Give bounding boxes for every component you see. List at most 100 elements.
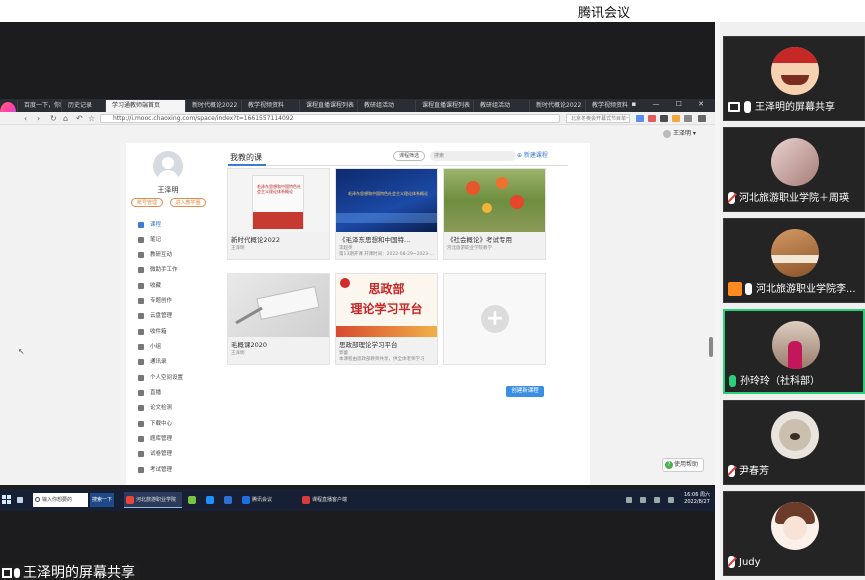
discussion-icon — [138, 251, 144, 258]
windows-start-icon[interactable] — [2, 495, 12, 505]
participant-tile[interactable]: 王泽明的屏幕共享 — [723, 36, 865, 121]
new-course-link[interactable]: ⊕ 新建课程 — [517, 151, 548, 161]
browser-tab[interactable]: 历史记录 — [61, 100, 105, 112]
sidebar-item-notes[interactable]: 笔记 — [138, 235, 161, 246]
microphone-muted-icon — [728, 192, 735, 204]
taskbar-app[interactable] — [222, 492, 238, 508]
volume-icon[interactable] — [668, 497, 674, 503]
sidebar-item-test[interactable]: 考试管理 — [138, 465, 172, 476]
keyboard-shape — [256, 286, 320, 320]
extension-icon[interactable] — [648, 115, 656, 122]
taskbar-search-input[interactable]: 输入你想要的 — [33, 493, 88, 507]
browser-tab[interactable]: 新时代概论2022 — [529, 100, 585, 112]
extension-icon[interactable] — [684, 115, 692, 122]
browser-tab[interactable]: 教研组活动 — [473, 100, 529, 112]
sidebar-item-download[interactable]: 下载中心 — [138, 419, 172, 430]
browser-tab-active[interactable]: 学习通教师端首页 — [105, 100, 185, 112]
sidebar-item-live[interactable]: 直播 — [138, 388, 161, 399]
add-course-card[interactable]: + — [443, 273, 546, 365]
course-card[interactable]: 毛概课2020 王泽明 — [227, 273, 330, 365]
browser-tab[interactable]: 教研组活动 — [357, 100, 415, 112]
taskbar-search-button[interactable]: 搜索一下 — [90, 493, 114, 507]
participant-avatar — [771, 229, 819, 277]
undo-icon[interactable]: ↶ — [76, 114, 83, 123]
sidebar-item-paper[interactable]: 论文检测 — [138, 403, 172, 414]
microphone-active-icon — [729, 375, 736, 387]
question-icon: ? — [665, 461, 673, 469]
taskbar-app-label: 课程直播客户端 — [312, 497, 348, 503]
screen-share-text: 王泽明的屏幕共享 — [23, 565, 135, 580]
avatar-mouth — [781, 75, 809, 85]
sidebar-item-bookmarks[interactable]: 收藏 — [138, 281, 161, 292]
taskbar-app-browser[interactable]: 河北旅游职业学院 — [124, 492, 182, 508]
extension-icon[interactable] — [672, 115, 680, 122]
sidebar-item-label: 直播 — [150, 390, 162, 396]
create-course-button[interactable]: 创建新课程 — [506, 386, 544, 397]
refresh-icon[interactable]: ↻ — [50, 114, 57, 123]
scrollbar-thumb[interactable] — [709, 337, 713, 357]
sidebar-item-discussion[interactable]: 教研互动 — [138, 250, 172, 261]
taskbar-app-meeting[interactable]: 腾讯会议 — [240, 492, 296, 508]
extension-icon[interactable] — [660, 115, 668, 122]
profile-avatar[interactable] — [153, 151, 183, 181]
participant-tile[interactable]: 河北旅游职业学院＋周瑛 — [723, 127, 865, 212]
help-label: 使用帮助 — [674, 461, 699, 468]
taskbar-app[interactable] — [204, 492, 220, 508]
paper-icon — [138, 404, 144, 411]
browser-tab[interactable]: 新时代概论2022 — [185, 100, 241, 112]
extension-icon[interactable] — [636, 115, 644, 122]
sidebar-item-topics[interactable]: 专题创作 — [138, 296, 172, 307]
browser-tab[interactable]: 百度一下，你就知道 — [17, 100, 61, 112]
sidebar-item-exam[interactable]: 试卷管理 — [138, 449, 172, 460]
help-button[interactable]: ? 使用帮助 — [662, 458, 704, 472]
task-view-icon[interactable] — [17, 497, 23, 503]
taskbar-app-live[interactable]: 课程直播客户端 — [300, 492, 358, 508]
sidebar-item-contacts[interactable]: 通讯录 — [138, 357, 167, 368]
participant-tile-speaking[interactable]: 孙玲玲（社科部） — [723, 309, 865, 394]
browser-search-input[interactable]: 北京冬奥会开幕式节目单一览表 — [566, 114, 630, 123]
banner-line-1: 思政部 — [368, 282, 405, 296]
network-icon[interactable] — [654, 497, 660, 503]
forward-icon[interactable]: › — [37, 114, 40, 123]
sidebar-item-inbox[interactable]: 收件箱 — [138, 327, 167, 338]
taskbar-app[interactable] — [186, 492, 202, 508]
browser-tab[interactable]: 教学视频资料 — [241, 100, 299, 112]
back-icon[interactable]: ‹ — [24, 114, 27, 123]
bookmark-icon — [138, 282, 144, 289]
course-cover: 毛泽东思想和中国特色社会主义理论体系概论 — [228, 169, 329, 232]
app-icon — [224, 496, 232, 504]
sidebar-item-cloud[interactable]: 云盘管理 — [138, 311, 172, 322]
participant-tile[interactable]: 尹春芳 — [723, 400, 865, 485]
menu-icon[interactable] — [698, 115, 706, 122]
user-menu[interactable]: 王泽明 ▾ — [663, 128, 696, 138]
start-tile — [2, 495, 6, 499]
taskbar-app-label: 河北旅游职业学院 — [136, 497, 177, 503]
course-description: 本课程由思政部教师共享，供全体老师学习 — [339, 357, 425, 362]
home-icon[interactable]: ⌂ — [63, 114, 68, 123]
course-search-input[interactable]: 搜索 — [430, 151, 516, 161]
account-button[interactable]: 账号管理 — [131, 198, 163, 207]
course-card[interactable]: 毛泽东思想和中国特色社会主义理论体系概论 《毛泽东思想和中国特... 李超英 第… — [335, 168, 438, 260]
participant-tile[interactable]: Judy — [723, 491, 865, 576]
participant-name-bar: Judy — [728, 554, 761, 572]
sidebar-item-assistant[interactable]: 微助手工作 — [138, 265, 178, 276]
course-card[interactable]: 《社会概论》考试专用 河北旅游职业学院教学 — [443, 168, 546, 260]
microphone-icon — [14, 568, 20, 578]
participant-tile[interactable]: 河北旅游职业学院李... — [723, 218, 865, 303]
tray-icon[interactable] — [640, 497, 646, 503]
browser-tab[interactable]: 课程直播课程列表 — [299, 100, 357, 112]
window-controls[interactable]: ▪ — ☐ ✕ — [631, 100, 711, 108]
sidebar-item-question-bank[interactable]: 题库管理 — [138, 434, 172, 445]
url-input[interactable]: http://i.mooc.chaoxing.com/space/index?t… — [100, 114, 560, 123]
course-filter-button[interactable]: 课程筛选 — [393, 151, 425, 161]
course-card[interactable]: 思政部 理论学习平台 思政部理论学习平台 郭蕾 本课程由思政部教师共享，供全体老… — [335, 273, 438, 365]
star-icon[interactable]: ☆ — [88, 114, 95, 123]
taskbar-clock[interactable]: 16:06 周六 2022/8/27 — [682, 492, 712, 506]
tray-icon[interactable] — [626, 497, 632, 503]
sidebar-item-course[interactable]: 课程 — [138, 220, 161, 231]
join-circle-button[interactable]: 进入教学圈 — [170, 198, 206, 207]
course-card[interactable]: 毛泽东思想和中国特色社会主义理论体系概论 新时代概论2022 王泽明 — [227, 168, 330, 260]
sidebar-item-group[interactable]: 小组 — [138, 342, 161, 353]
browser-tab[interactable]: 课程直播课程列表 — [415, 100, 473, 112]
sidebar-item-settings[interactable]: 个人空间设置 — [138, 373, 183, 384]
